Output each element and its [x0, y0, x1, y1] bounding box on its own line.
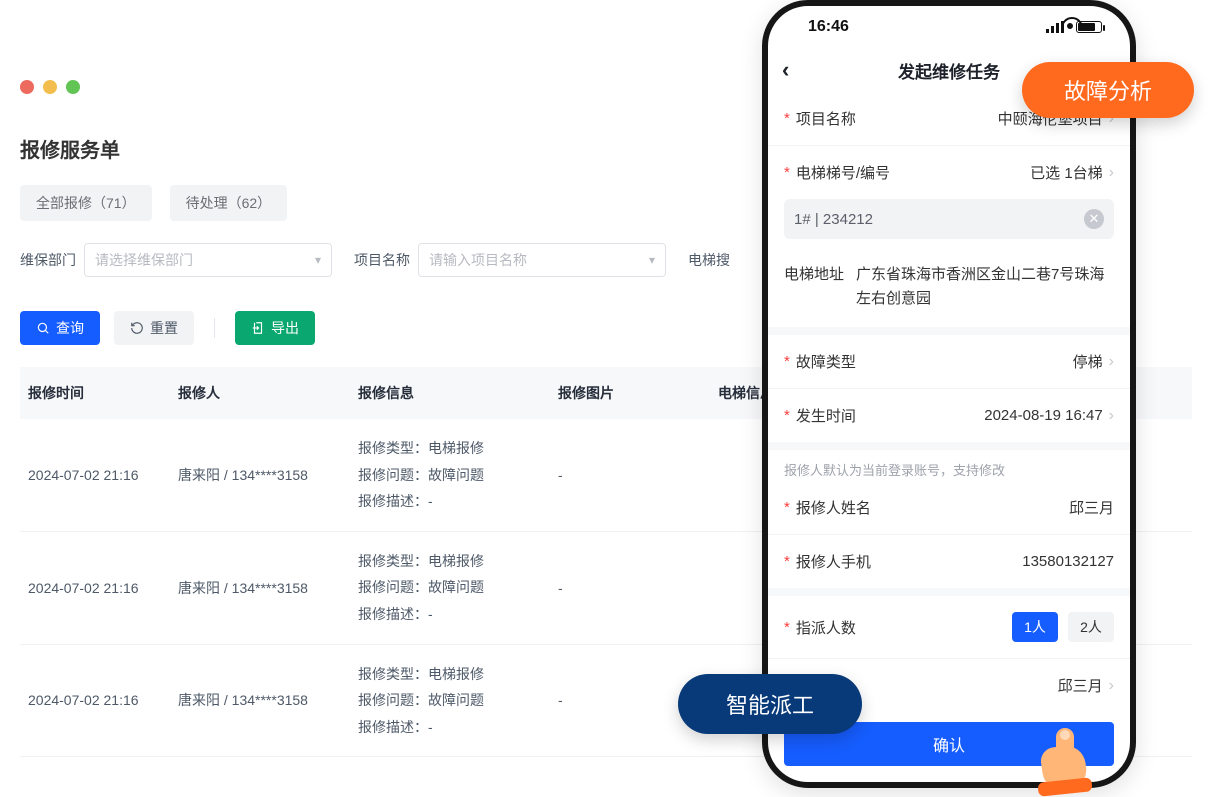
department-select[interactable]: 请选择维保部门 ▾ [84, 243, 332, 277]
department-placeholder: 请选择维保部门 [95, 250, 193, 270]
export-button-label: 导出 [271, 318, 299, 338]
section-gap [768, 442, 1130, 450]
reporter-name-label: 报修人姓名 [796, 497, 871, 518]
cell-time: 2024-07-02 21:16 [28, 692, 178, 708]
elevator-select-value: 已选 1台梯 [1030, 162, 1103, 183]
th-person: 报修人 [178, 383, 358, 403]
smart-dispatch-pill[interactable]: 智能派工 [678, 674, 862, 734]
export-button[interactable]: 导出 [235, 311, 315, 345]
maximize-window-icon[interactable] [66, 80, 80, 94]
row-reporter-phone[interactable]: *报修人手机 13580132127 [768, 535, 1130, 588]
status-bar: 16:46 [768, 6, 1130, 48]
address-label: 电梯地址 [784, 263, 844, 311]
chevron-right-icon: › [1109, 353, 1114, 371]
fault-type-value: 停梯 [1073, 351, 1103, 372]
th-image: 报修图片 [558, 383, 718, 403]
project-select[interactable]: 请输入项目名称 ▾ [418, 243, 666, 277]
search-icon [36, 321, 50, 335]
search-button[interactable]: 查询 [20, 311, 100, 345]
nav-title: 发起维修任务 [898, 58, 1000, 83]
assign-count-label: 指派人数 [796, 617, 856, 638]
battery-icon [1076, 21, 1102, 33]
chevron-right-icon: › [1109, 164, 1114, 182]
reset-button-label: 重置 [150, 318, 178, 338]
filter-elevator-label: 电梯搜 [688, 250, 730, 270]
filter-department-label: 维保部门 [20, 250, 76, 270]
filter-project: 项目名称 请输入项目名称 ▾ [354, 243, 666, 277]
elevator-chip-text: 1# | 234212 [794, 211, 873, 228]
cell-time: 2024-07-02 21:16 [28, 467, 178, 483]
reporter-name-value: 邱三月 [1069, 497, 1114, 518]
th-time: 报修时间 [28, 383, 178, 403]
tab-all[interactable]: 全部报修（71） [20, 185, 152, 221]
reporter-phone-value: 13580132127 [1022, 553, 1114, 570]
form-list: *项目名称 中颐海伦堡项目› *电梯梯号/编号 已选 1台梯› 1# | 234… [768, 92, 1130, 766]
assign-count-segment: 1人 2人 [1012, 612, 1114, 642]
cell-person: 唐来阳 / 134****3158 [178, 465, 358, 485]
cell-image: - [558, 467, 718, 483]
status-time: 16:46 [808, 18, 849, 36]
chevron-down-icon: ▾ [315, 253, 321, 267]
assignee-value: 邱三月 [1058, 675, 1103, 696]
row-reporter-name[interactable]: *报修人姓名 邱三月 [768, 481, 1130, 535]
reset-button[interactable]: 重置 [114, 311, 194, 345]
reporter-hint: 报修人默认为当前登录账号，支持修改 [768, 450, 1130, 481]
tab-pending[interactable]: 待处理（62） [170, 185, 288, 221]
cell-person: 唐来阳 / 134****3158 [178, 690, 358, 710]
project-label: 项目名称 [796, 108, 856, 129]
occur-time-label: 发生时间 [796, 405, 856, 426]
close-window-icon[interactable] [20, 80, 34, 94]
address-value: 广东省珠海市香洲区金山二巷7号珠海左右创意园 [856, 263, 1114, 311]
elevator-select-label: 电梯梯号/编号 [796, 162, 890, 183]
cell-image: - [558, 580, 718, 596]
filter-department: 维保部门 请选择维保部门 ▾ [20, 243, 332, 277]
row-fault-type[interactable]: *故障类型 停梯› [768, 335, 1130, 389]
fault-type-label: 故障类型 [796, 351, 856, 372]
minimize-window-icon[interactable] [43, 80, 57, 94]
cell-person: 唐来阳 / 134****3158 [178, 578, 358, 598]
row-address: 电梯地址 广东省珠海市香洲区金山二巷7号珠海左右创意园 [768, 251, 1130, 335]
chevron-right-icon: › [1109, 407, 1114, 425]
row-assign-count: *指派人数 1人 2人 [768, 596, 1130, 659]
cell-info: 报修类型：电梯报修 报修问题：故障问题 报修描述：- [358, 548, 558, 628]
occur-time-value: 2024-08-19 16:47 [984, 407, 1102, 424]
export-icon [251, 321, 265, 335]
filter-project-label: 项目名称 [354, 250, 410, 270]
search-button-label: 查询 [56, 318, 84, 338]
row-elevator-select[interactable]: *电梯梯号/编号 已选 1台梯› [768, 146, 1130, 199]
refresh-icon [130, 321, 144, 335]
cell-info: 报修类型：电梯报修 报修问题：故障问题 报修描述：- [358, 435, 558, 515]
assign-count-2[interactable]: 2人 [1068, 612, 1114, 642]
assign-count-1[interactable]: 1人 [1012, 612, 1058, 642]
phone-mockup: 16:46 ‹ 发起维修任务 *项目名称 中颐海伦堡项目› *电梯梯号/编号 已… [762, 0, 1136, 788]
section-gap [768, 588, 1130, 596]
reporter-phone-label: 报修人手机 [796, 551, 871, 572]
project-placeholder: 请输入项目名称 [429, 250, 527, 270]
elevator-chip: 1# | 234212 ✕ [784, 199, 1114, 239]
chevron-right-icon: › [1109, 677, 1114, 695]
row-occur-time[interactable]: *发生时间 2024-08-19 16:47› [768, 389, 1130, 442]
divider [214, 318, 215, 338]
back-icon[interactable]: ‹ [782, 57, 789, 83]
pointer-hand-icon [1036, 728, 1092, 792]
cell-time: 2024-07-02 21:16 [28, 580, 178, 596]
th-info: 报修信息 [358, 383, 558, 403]
chevron-down-icon: ▾ [649, 253, 655, 267]
fault-analysis-pill[interactable]: 故障分析 [1022, 62, 1194, 118]
chip-remove-icon[interactable]: ✕ [1084, 209, 1104, 229]
cell-info: 报修类型：电梯报修 报修问题：故障问题 报修描述：- [358, 661, 558, 741]
